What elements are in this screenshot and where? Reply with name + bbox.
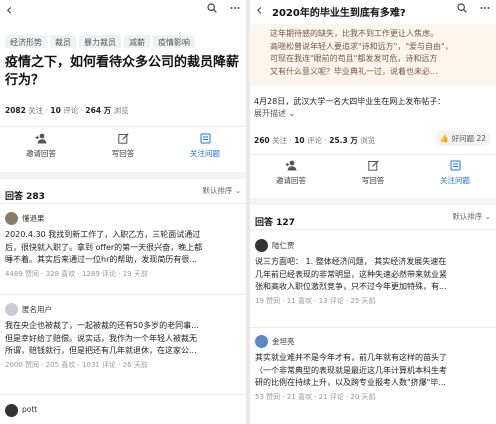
answer-meta: 2000 赞同 · 205 喜欢 · 1031 评论 · 26 天前 — [5, 360, 148, 369]
topic-tag[interactable]: 裁员 — [50, 35, 76, 48]
question-actions: 邀请回答 写回答 关注问题 — [250, 160, 496, 196]
avatar[interactable] — [5, 404, 18, 417]
topic-tag[interactable]: 疫情影响 — [153, 35, 195, 48]
question-description: 4月28日，武汉大学一名大四毕业生在网上发布帖子： 展开描述 ⌄ — [254, 96, 492, 120]
more-options-icon[interactable] — [480, 3, 490, 16]
follow-question-button[interactable]: 关注问题 — [414, 160, 496, 187]
left-question-page: ‹ 经济形势 裁员 暴力裁员 减薪 疫情影响 疫情之下，如何看待众多公司的裁员降薪行为？… — [0, 0, 246, 424]
back-arrow-icon[interactable]: ‹ — [6, 2, 12, 18]
invite-answer-button[interactable]: 邀请回答 — [0, 133, 82, 160]
question-title: 2020年的毕业生到底有多难? — [272, 8, 406, 19]
right-top-bar: ‹ 2020年的毕业生到底有多难? — [250, 0, 496, 22]
answer-card[interactable]: 匿名用户 我在央企也被裁了，一起被裁的还有50多岁的老同事... 但是幸好给了赔… — [5, 302, 242, 370]
topic-tag[interactable]: 减薪 — [124, 35, 150, 48]
left-top-bar: ‹ — [0, 0, 246, 22]
good-question-button[interactable]: 👍 好问题 22 — [434, 131, 491, 146]
answer-meta: 4489 赞同 · 328 喜欢 · 1289 评论 · 19 天前 — [5, 269, 148, 278]
author-name[interactable]: 懂退果 — [22, 213, 45, 224]
answers-header: 回答 283 默认排序 ⌄ — [5, 184, 241, 202]
answer-card[interactable]: 陆仁贾 说三方面吧： 1. 整体经济问题， 其实经济发展失速在 几年前已经表现的… — [255, 238, 492, 306]
topic-tag[interactable]: 暴力裁员 — [79, 35, 121, 48]
invite-answer-button[interactable]: 邀请回答 — [250, 160, 332, 187]
back-arrow-icon[interactable]: ‹ — [256, 2, 262, 18]
question-stats: 260 关注 · 10 评论 · 25.3 万 浏览 — [254, 136, 376, 145]
person-plus-icon — [250, 160, 332, 175]
author-name[interactable]: 陆仁贾 — [272, 240, 295, 251]
answer-excerpt[interactable]: 其实就业难并不是今年才有，前几年就有这样的苗头了 （一个非常典型的表现就是最近这… — [255, 352, 492, 390]
follow-question-button[interactable]: 关注问题 — [164, 133, 246, 160]
sort-dropdown[interactable]: 默认排序 ⌄ — [202, 185, 241, 196]
question-title: 疫情之下，如何看待众多公司的裁员降薪行为？ — [5, 55, 240, 88]
answer-meta: 19 赞同 · 11 喜欢 · 13 评论 · 25 天前 — [255, 296, 376, 305]
edit-icon — [82, 133, 164, 148]
topic-tags: 经济形势 裁员 暴力裁员 减薪 疫情影响 — [5, 30, 244, 48]
expand-description-link[interactable]: 展开描述 ⌄ — [254, 108, 492, 120]
answer-excerpt[interactable]: 我在央企也被裁了，一起被裁的还有50多岁的老同事... 但是幸好给了赔偿。说实话… — [5, 320, 242, 358]
edit-icon — [332, 160, 414, 175]
sort-dropdown[interactable]: 默认排序 ⌄ — [452, 211, 491, 222]
question-actions: 邀请回答 写回答 关注问题 — [0, 133, 246, 169]
author-name[interactable]: pott — [22, 405, 37, 414]
follow-icon — [164, 133, 246, 148]
question-image-excerpt[interactable]: 这年期待感的缺失，比我不到工作更让人焦虑。 高晓松曾说年轻人要追求"诗和远方"，… — [250, 24, 496, 86]
person-plus-icon — [0, 133, 82, 148]
question-stats: 2082 关注 · 10 评论 · 264 万 浏览 — [5, 106, 129, 115]
avatar[interactable] — [5, 303, 18, 316]
topic-tag[interactable]: 经济形势 — [5, 35, 47, 48]
answer-meta: 53 赞同 · 21 喜欢 · 21 评论 · 20 天前 — [255, 392, 376, 401]
answer-card[interactable]: 金坦亮 其实就业难并不是今年才有，前几年就有这样的苗头了 （一个非常典型的表现就… — [255, 334, 492, 402]
answer-count: 回答 127 — [255, 218, 295, 228]
author-name[interactable]: 金坦亮 — [272, 336, 295, 347]
write-answer-button[interactable]: 写回答 — [82, 133, 164, 160]
answer-excerpt[interactable]: 2020.4.30 我找到新工作了，入职乙方，三轮面试通过 后，很快就入职了。拿… — [5, 229, 242, 267]
author-name[interactable]: 匿名用户 — [22, 304, 52, 315]
search-icon[interactable] — [206, 3, 221, 16]
avatar[interactable] — [255, 335, 268, 348]
more-options-icon[interactable] — [230, 3, 240, 16]
search-icon[interactable] — [456, 3, 471, 16]
answer-card[interactable]: pott — [5, 403, 242, 418]
answer-excerpt[interactable]: 说三方面吧： 1. 整体经济问题， 其实经济发展失速在 几年前已经表现的非常明显… — [255, 256, 492, 294]
avatar[interactable] — [255, 239, 268, 252]
answers-header: 回答 127 默认排序 ⌄ — [255, 210, 491, 228]
answer-count: 回答 283 — [5, 192, 45, 202]
follow-icon — [414, 160, 496, 175]
right-question-page: ‹ 2020年的毕业生到底有多难? 这年期待感的缺失，比我不到工作更让人焦虑。 … — [250, 0, 496, 424]
avatar[interactable] — [5, 212, 18, 225]
write-answer-button[interactable]: 写回答 — [332, 160, 414, 187]
answer-card[interactable]: 懂退果 2020.4.30 我找到新工作了，入职乙方，三轮面试通过 后，很快就入… — [5, 211, 242, 279]
